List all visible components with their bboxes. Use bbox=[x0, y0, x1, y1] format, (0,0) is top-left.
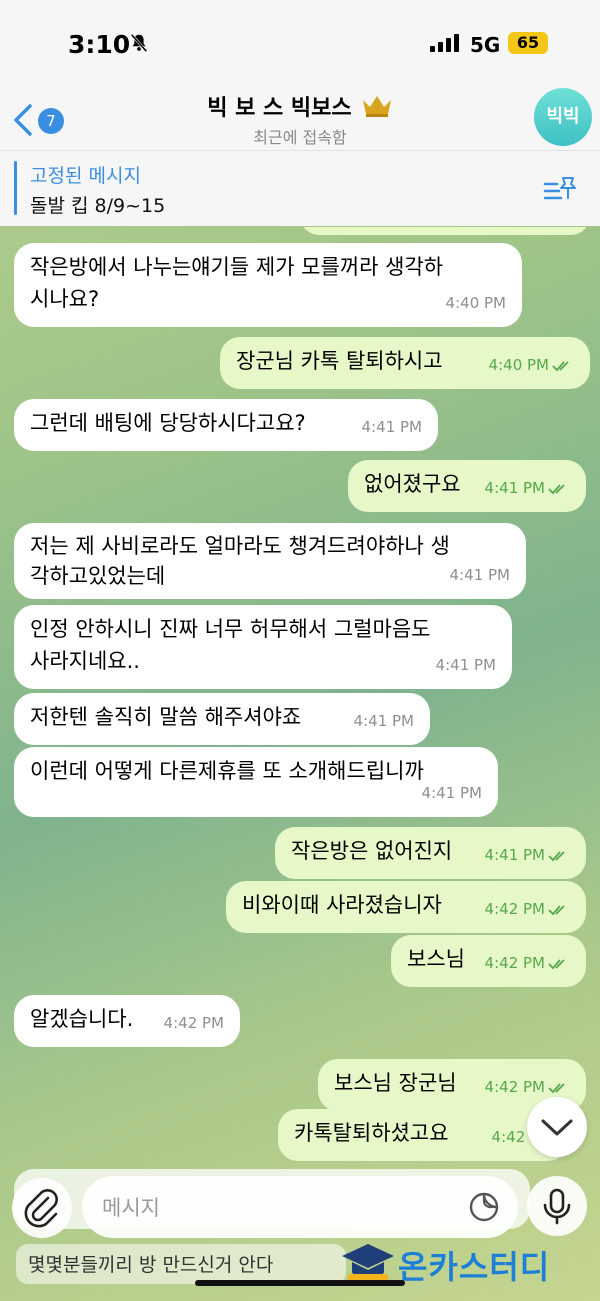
message-bubble[interactable]: 저한텐 솔직히 말씀 해주셔야죠 4:41 PM bbox=[14, 693, 430, 745]
message-time: 4:41 PM bbox=[353, 712, 414, 730]
message-bubble[interactable]: 없어졌구요 4:41 PM bbox=[348, 460, 586, 512]
message-bubble[interactable]: 알겠습니다. 4:42 PM bbox=[14, 995, 240, 1047]
message-time: 4:42 PM bbox=[484, 954, 545, 972]
message-text: 저한텐 솔직히 말씀 해주셔야죠 bbox=[30, 705, 302, 729]
voice-record-button[interactable] bbox=[527, 1176, 587, 1236]
message-text: 작은방에서 나누는얘기들 제가 모를꺼라 생각하 시나요? bbox=[30, 255, 444, 311]
message-bubble[interactable]: 작은방은 없어진지 4:41 PM bbox=[275, 827, 586, 879]
message-composer: 메시지 몇몇분들끼리 방 만드신거 안다 온카스터디 bbox=[0, 1160, 600, 1301]
last-seen-status: 최근에 접속함 bbox=[253, 128, 347, 147]
partial-message-bubble bbox=[300, 227, 590, 235]
chevron-left-icon bbox=[14, 104, 32, 136]
double-check-icon bbox=[552, 360, 569, 371]
back-button[interactable]: 7 bbox=[10, 100, 68, 140]
network-type: 5G bbox=[470, 33, 501, 57]
message-text: 그런데 배팅에 당당하시다고요? bbox=[30, 411, 306, 435]
battery-indicator: 65 bbox=[508, 32, 548, 54]
message-bubble[interactable]: 저는 제 사비로라도 얼마라도 챙겨드려야하나 생 각하고있었는데 4:41 P… bbox=[14, 523, 526, 599]
clock: 3:10 bbox=[68, 30, 131, 59]
chat-title-area[interactable]: 빅 보 스 빅보스 최근에 접속함 bbox=[150, 90, 450, 148]
double-check-icon bbox=[548, 904, 565, 915]
paperclip-icon bbox=[24, 1189, 58, 1228]
message-time: 4:41 PM bbox=[435, 656, 496, 674]
message-bubble[interactable]: 카톡탈퇴하셨고요 4:42 PM bbox=[278, 1109, 568, 1161]
partial-message-preview: 몇몇분들끼리 방 만드신거 안다 bbox=[16, 1244, 346, 1284]
watermark-text: 온카스터디 bbox=[398, 1248, 551, 1286]
double-check-icon bbox=[548, 958, 565, 969]
message-input-placeholder: 메시지 bbox=[102, 1196, 160, 1220]
message-text: 보스님 장군님 bbox=[334, 1071, 457, 1095]
scroll-to-bottom-button[interactable] bbox=[527, 1097, 587, 1157]
chat-title: 빅 보 스 빅보스 bbox=[207, 96, 352, 121]
crown-icon bbox=[362, 96, 391, 117]
chat-header: 7 빅 보 스 빅보스 최근에 접속함 빅빅 bbox=[0, 88, 600, 150]
message-text: 이런데 어떻게 다른제휴를 또 소개해드립니까 bbox=[30, 759, 424, 783]
double-check-icon bbox=[548, 483, 565, 494]
message-bubble[interactable]: 비와이때 사라졌습니자 4:42 PM bbox=[226, 881, 586, 933]
message-text: 장군님 카톡 탈퇴하시고 bbox=[236, 349, 443, 373]
message-bubble[interactable]: 그런데 배팅에 당당하시다고요? 4:41 PM bbox=[14, 399, 438, 451]
double-check-icon bbox=[548, 1082, 565, 1093]
message-text: 저는 제 사비로라도 얼마라도 챙겨드려야하나 생 각하고있었는데 bbox=[30, 534, 450, 588]
message-time: 4:41 PM bbox=[361, 418, 422, 436]
unread-count-badge: 7 bbox=[38, 108, 64, 134]
message-text: 인정 안하시니 진짜 너무 허무해서 그럴마음도 사라지네요.. bbox=[30, 617, 431, 673]
message-bubble[interactable]: 보스님 4:42 PM bbox=[391, 935, 586, 987]
message-bubble[interactable]: 이런데 어떻게 다른제휴를 또 소개해드립니까 4:41 PM bbox=[14, 747, 498, 817]
message-bubble[interactable]: 인정 안하시니 진짜 너무 허무해서 그럴마음도 사라지네요.. 4:41 PM bbox=[14, 605, 512, 689]
message-input[interactable]: 메시지 bbox=[82, 1176, 518, 1238]
message-bubble[interactable]: 작은방에서 나누는얘기들 제가 모를꺼라 생각하 시나요? 4:40 PM bbox=[14, 243, 522, 327]
message-text: 알겠습니다. bbox=[30, 1007, 134, 1031]
bell-slash-icon bbox=[130, 33, 148, 53]
message-time: 4:41 PM bbox=[484, 479, 545, 497]
message-time: 4:42 PM bbox=[484, 900, 545, 918]
sticker-icon[interactable] bbox=[468, 1191, 500, 1223]
pinned-title: 고정된 메시지 bbox=[30, 165, 141, 187]
message-time: 4:41 PM bbox=[484, 846, 545, 864]
pinned-message-bar[interactable]: 고정된 메시지 돌발 킵 8/9~15 bbox=[0, 150, 600, 226]
message-text: 없어졌구요 bbox=[364, 472, 461, 496]
message-time: 4:42 PM bbox=[484, 1078, 545, 1096]
double-check-icon bbox=[548, 850, 565, 861]
attach-button[interactable] bbox=[12, 1178, 72, 1238]
message-time: 4:40 PM bbox=[445, 294, 506, 312]
pinned-indicator bbox=[14, 161, 17, 215]
message-text: 보스님 bbox=[407, 947, 465, 971]
message-time: 4:40 PM bbox=[488, 356, 549, 374]
cellular-signal-icon bbox=[430, 34, 459, 52]
avatar[interactable]: 빅빅 bbox=[534, 88, 592, 146]
message-text: 작은방은 없어진지 bbox=[291, 839, 453, 863]
chat-messages-area[interactable]: 작은방에서 나누는얘기들 제가 모를꺼라 생각하 시나요? 4:40 PM 장군… bbox=[0, 227, 600, 1301]
home-indicator bbox=[195, 1280, 405, 1286]
status-bar: 3:10 5G 65 bbox=[0, 0, 600, 90]
microphone-icon bbox=[543, 1188, 571, 1225]
pinned-text: 돌발 킵 8/9~15 bbox=[30, 195, 166, 217]
message-time: 4:41 PM bbox=[449, 566, 510, 584]
message-text: 비와이때 사라졌습니자 bbox=[242, 893, 442, 917]
message-time: 4:42 PM bbox=[163, 1014, 224, 1032]
message-text: 카톡탈퇴하셨고요 bbox=[294, 1121, 449, 1145]
chevron-down-icon bbox=[541, 1119, 573, 1136]
message-bubble[interactable]: 장군님 카톡 탈퇴하시고 4:40 PM bbox=[220, 337, 590, 389]
pin-list-icon[interactable] bbox=[543, 174, 577, 204]
message-time: 4:41 PM bbox=[421, 784, 482, 802]
